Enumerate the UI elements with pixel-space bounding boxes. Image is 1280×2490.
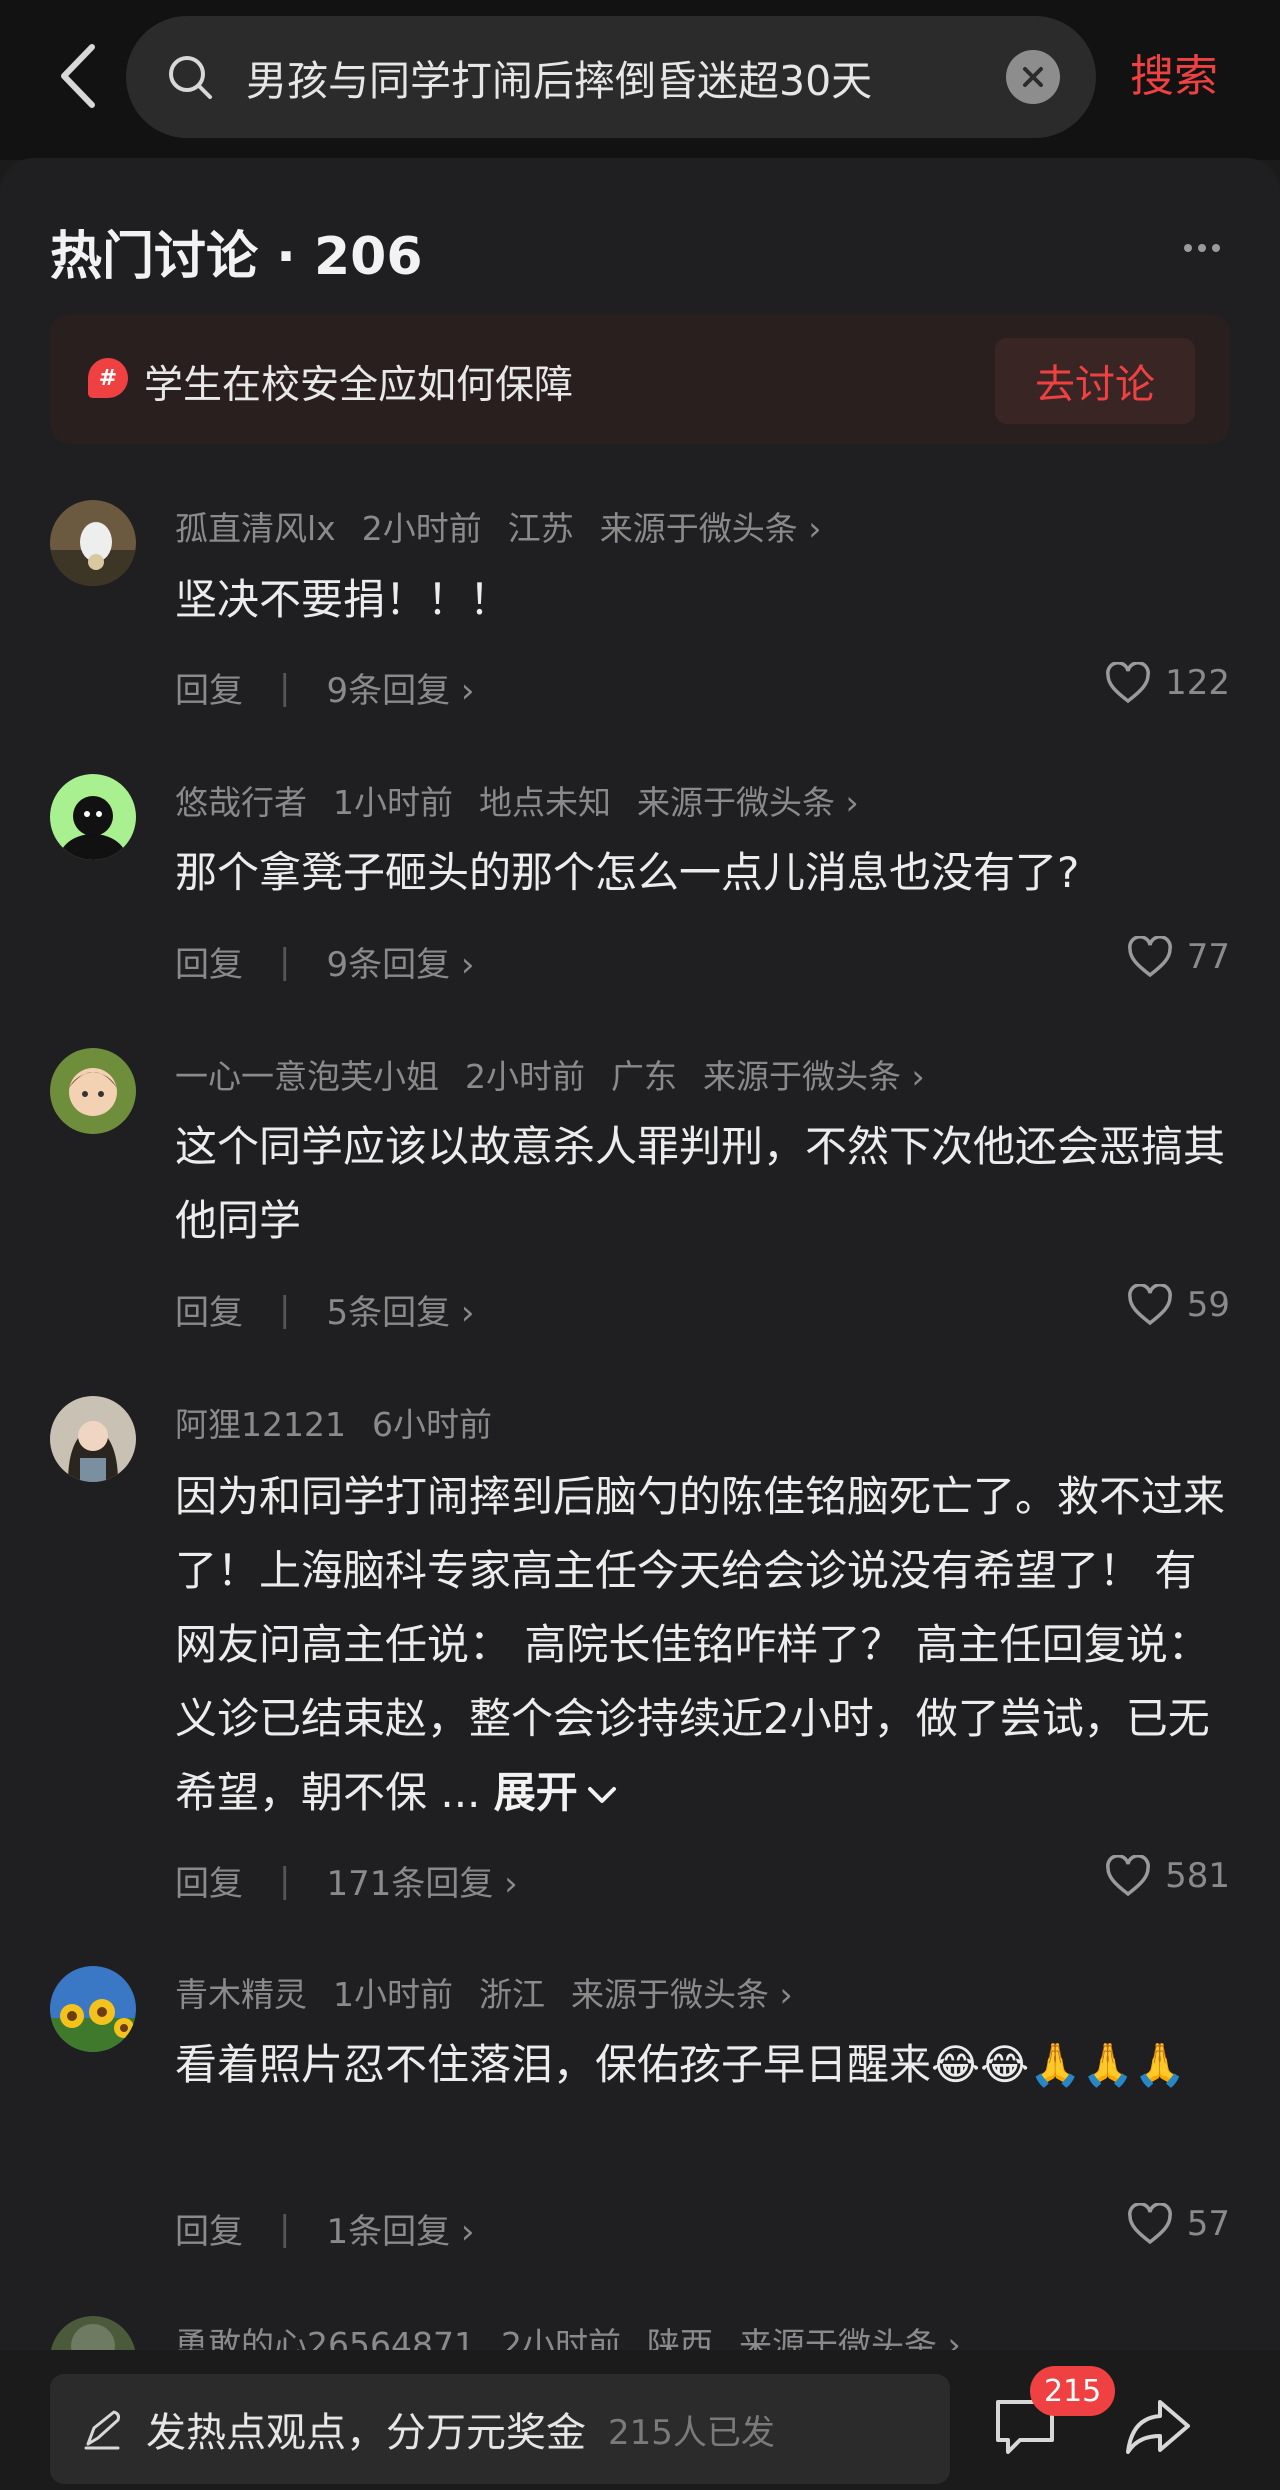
source-link[interactable]: 来源于微头条 xyxy=(703,1057,925,1096)
username[interactable]: 悠哉行者 xyxy=(175,783,307,822)
comment-meta: 青木精灵 1小时前 浙江 来源于微头条 xyxy=(175,1968,819,2016)
username[interactable]: 孤直清风lx xyxy=(175,509,336,548)
topic-hash-icon: # xyxy=(88,358,128,398)
like-button[interactable]: 122 xyxy=(1105,662,1230,704)
location: 江苏 xyxy=(507,509,574,548)
panel-title: 热门讨论 · 206 xyxy=(50,227,423,287)
comment-actions: 回复 | 1条回复 xyxy=(175,2204,475,2253)
search-query[interactable]: 男孩与同学打闹后摔倒昏迷超30天 xyxy=(246,47,1006,107)
location: 地点未知 xyxy=(479,783,611,822)
comment-meta: 一心一意泡芙小姐 2小时前 广东 来源于微头条 xyxy=(175,1050,951,1098)
comment-meta: 悠哉行者 1小时前 地点未知 来源于微头条 xyxy=(175,776,885,824)
comment-actions: 回复 | 171条回复 xyxy=(175,1856,518,1905)
heart-icon xyxy=(1106,662,1151,704)
compose-placeholder: 发热点观点，分万元奖金 xyxy=(146,2410,586,2456)
search-input[interactable]: 男孩与同学打闹后摔倒昏迷超30天 xyxy=(126,16,1096,138)
comment-actions: 回复 | 9条回复 xyxy=(175,663,475,712)
back-button[interactable] xyxy=(48,36,108,116)
timestamp: 1小时前 xyxy=(333,783,453,822)
comment-meta: 孤直清风lx 2小时前 江苏 来源于微头条 xyxy=(175,502,847,550)
comment-body: 因为和同学打闹摔到后脑勺的陈佳铭脑死亡了。救不过来了！上海脑科专家高主任今天给会… xyxy=(175,1472,1226,1817)
username[interactable]: 阿狸12121 xyxy=(175,1405,346,1444)
compose-input[interactable]: 发热点观点，分万元奖金 215人已发 xyxy=(50,2374,950,2484)
comment-count-badge: 215 xyxy=(1030,2366,1116,2416)
timestamp: 2小时前 xyxy=(361,509,482,548)
like-button[interactable]: 59 xyxy=(1127,1284,1230,1326)
view-replies-button[interactable]: 9条回复 xyxy=(326,663,474,712)
source-link[interactable]: 来源于微头条 xyxy=(637,783,859,822)
chevron-down-icon xyxy=(587,1787,616,1803)
location: 浙江 xyxy=(479,1975,545,2014)
more-icon[interactable] xyxy=(1184,238,1224,258)
heart-icon xyxy=(1106,1855,1151,1897)
like-count: 581 xyxy=(1165,1856,1230,1896)
reply-button[interactable]: 回复 xyxy=(175,1285,243,1334)
avatar[interactable] xyxy=(50,1048,136,1134)
avatar[interactable] xyxy=(50,1966,136,2052)
comment-text: 那个拿凳子砸头的那个怎么一点儿消息也没有了? xyxy=(175,848,1080,897)
expand-button[interactable]: 展开 xyxy=(494,1768,620,1817)
pen-icon xyxy=(84,2410,120,2450)
compose-count: 215人已发 xyxy=(608,2412,775,2453)
comment-actions: 回复 | 9条回复 xyxy=(175,937,475,986)
top-bar: 男孩与同学打闹后摔倒昏迷超30天 搜索 xyxy=(0,0,1280,160)
like-count: 59 xyxy=(1186,1285,1230,1325)
reply-button[interactable]: 回复 xyxy=(175,1856,243,1905)
view-replies-button[interactable]: 1条回复 xyxy=(326,2204,474,2253)
expand-label: 展开 xyxy=(493,1768,578,1817)
reply-button[interactable]: 回复 xyxy=(175,2204,243,2253)
username[interactable]: 一心一意泡芙小姐 xyxy=(175,1057,439,1096)
close-icon xyxy=(1023,67,1043,87)
comment-meta: 阿狸12121 6小时前 xyxy=(175,1398,518,1446)
view-replies-button[interactable]: 9条回复 xyxy=(326,937,474,986)
clear-search-button[interactable] xyxy=(1006,50,1060,104)
search-icon xyxy=(164,51,216,103)
chevron-left-icon xyxy=(61,44,95,108)
timestamp: 6小时前 xyxy=(371,1405,492,1444)
username[interactable]: 青木精灵 xyxy=(175,1975,307,2014)
heart-icon xyxy=(1127,1284,1172,1326)
like-count: 77 xyxy=(1186,937,1230,977)
location: 广东 xyxy=(611,1057,677,1096)
like-count: 57 xyxy=(1186,2204,1230,2244)
avatar[interactable] xyxy=(50,1396,136,1482)
topic-text: 学生在校安全应如何保障 xyxy=(144,363,574,408)
like-count: 122 xyxy=(1165,663,1230,703)
view-replies-button[interactable]: 171条回复 xyxy=(326,1856,517,1905)
comment-actions: 回复 | 5条回复 xyxy=(175,1285,475,1334)
reply-button[interactable]: 回复 xyxy=(175,937,243,986)
reply-button[interactable]: 回复 xyxy=(175,663,243,712)
comment-text: 坚决不要捐！！！ xyxy=(175,575,512,624)
discuss-button[interactable]: 去讨论 xyxy=(995,338,1195,424)
like-button[interactable]: 581 xyxy=(1105,1855,1230,1897)
comment-text: 因为和同学打闹摔到后脑勺的陈佳铭脑死亡了。救不过来了！上海脑科专家高主任今天给会… xyxy=(175,1460,1235,1830)
timestamp: 2小时前 xyxy=(465,1057,585,1096)
share-icon[interactable] xyxy=(1120,2388,1196,2464)
comment-text: 这个同学应该以故意杀人罪判刑，不然下次他还会恶搞其他同学 xyxy=(175,1122,1226,1245)
avatar[interactable] xyxy=(50,500,136,586)
bottom-bar: 发热点观点，分万元奖金 215人已发 215 xyxy=(0,2350,1280,2490)
timestamp: 1小时前 xyxy=(333,1975,453,2014)
heart-icon xyxy=(1127,936,1172,978)
like-button[interactable]: 57 xyxy=(1127,2203,1230,2245)
topic-card[interactable]: # 学生在校安全应如何保障 去讨论 xyxy=(50,314,1230,444)
search-button[interactable]: 搜索 xyxy=(1130,40,1218,104)
like-button[interactable]: 77 xyxy=(1127,936,1230,978)
view-replies-button[interactable]: 5条回复 xyxy=(326,1285,474,1334)
source-link[interactable]: 来源于微头条 xyxy=(600,509,822,548)
heart-icon xyxy=(1127,2203,1172,2245)
comment-text: 看着照片忍不住落泪，保佑孩子早日醒来😂😂🙏🙏🙏 xyxy=(175,2040,1187,2089)
source-link[interactable]: 来源于微头条 xyxy=(571,1975,793,2014)
avatar[interactable] xyxy=(50,774,136,860)
